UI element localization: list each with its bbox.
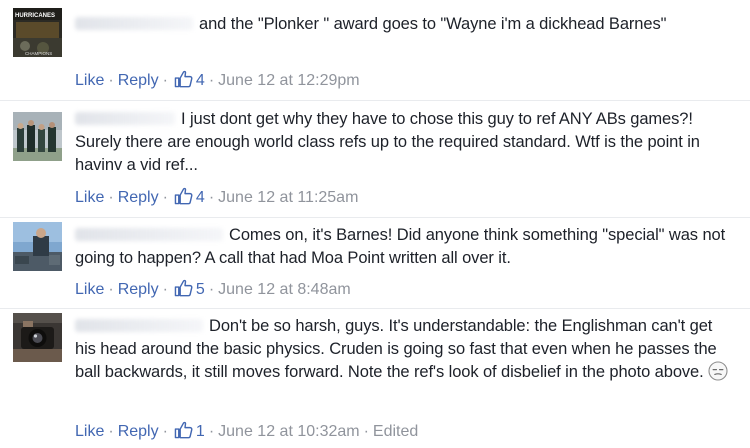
comment-author-redacted[interactable] <box>75 17 193 30</box>
comment-actions: Like · Reply · 1 · June 12 at 10:32am · Edited <box>75 421 418 442</box>
avatar-logo-subtext: CHAMPIONS <box>25 51 52 56</box>
like-count: 1 <box>195 423 205 440</box>
avatar-image <box>13 112 62 161</box>
reactions[interactable]: 1 <box>172 421 205 440</box>
separator: · <box>162 281 168 298</box>
comment: Don't be so harsh, guys. It's understand… <box>0 309 750 448</box>
comment-author-redacted[interactable] <box>75 319 203 332</box>
separator: · <box>208 72 215 89</box>
separator: · <box>208 189 215 206</box>
separator: · <box>208 281 215 298</box>
comment-body: Comes on, it's Barnes! Did anyone think … <box>75 224 732 270</box>
comment-author-redacted[interactable] <box>75 112 175 125</box>
avatar-image: HURRICANES CHAMPIONS <box>13 8 62 57</box>
separator: · <box>162 189 168 206</box>
reply-button[interactable]: Reply <box>118 189 159 206</box>
separator: · <box>208 423 215 440</box>
reply-button[interactable]: Reply <box>118 281 159 298</box>
like-count: 4 <box>195 72 205 89</box>
thumbs-up-icon <box>174 421 193 439</box>
separator: · <box>162 72 168 89</box>
comment-actions: Like · Reply · 4 · June 12 at 11:25am <box>75 187 358 208</box>
reactions[interactable]: 5 <box>172 279 205 298</box>
comment-body: Don't be so harsh, guys. It's understand… <box>75 315 732 384</box>
like-button[interactable]: Like <box>75 423 104 440</box>
comment-text: and the "Plonker " award goes to "Wayne … <box>199 15 667 33</box>
comment: HURRICANES CHAMPIONS and the "Plonker " … <box>0 0 750 100</box>
timestamp[interactable]: June 12 at 11:25am <box>218 189 358 206</box>
separator: · <box>108 72 114 89</box>
like-count: 4 <box>195 189 205 206</box>
separator: · <box>108 189 114 206</box>
avatar-image <box>13 313 62 362</box>
comment-body: and the "Plonker " award goes to "Wayne … <box>75 13 732 36</box>
comment-actions: Like · Reply · 4 · June 12 at 12:29pm <box>75 70 360 91</box>
avatar[interactable] <box>13 112 62 161</box>
reactions[interactable]: 4 <box>172 70 205 89</box>
thumbs-up-icon <box>174 279 193 297</box>
comment-thread: HURRICANES CHAMPIONS and the "Plonker " … <box>0 0 750 448</box>
timestamp[interactable]: June 12 at 12:29pm <box>218 72 359 89</box>
avatar[interactable]: HURRICANES CHAMPIONS <box>13 8 62 57</box>
avatar[interactable] <box>13 222 62 271</box>
timestamp[interactable]: June 12 at 8:48am <box>218 281 351 298</box>
avatar-logo-text: HURRICANES <box>15 13 55 19</box>
like-button[interactable]: Like <box>75 72 104 89</box>
separator: · <box>108 281 114 298</box>
comment: Comes on, it's Barnes! Did anyone think … <box>0 218 750 308</box>
timestamp[interactable]: June 12 at 10:32am <box>218 423 359 440</box>
like-count: 5 <box>195 281 205 298</box>
thumbs-up-icon <box>174 70 193 88</box>
edited-label[interactable]: Edited <box>373 423 418 440</box>
separator: · <box>162 423 168 440</box>
comment-actions: Like · Reply · 5 · June 12 at 8:48am <box>75 279 351 300</box>
like-button[interactable]: Like <box>75 189 104 206</box>
reactions[interactable]: 4 <box>172 187 205 206</box>
separator: · <box>363 423 369 440</box>
thumbs-up-icon <box>174 187 193 205</box>
avatar-image <box>13 222 62 271</box>
unamused-face-emoji <box>708 361 728 381</box>
reply-button[interactable]: Reply <box>118 423 159 440</box>
comment: I just dont get why they have to chose t… <box>0 101 750 217</box>
separator: · <box>108 423 114 440</box>
comment-body: I just dont get why they have to chose t… <box>75 108 732 177</box>
like-button[interactable]: Like <box>75 281 104 298</box>
comment-author-redacted[interactable] <box>75 228 223 241</box>
reply-button[interactable]: Reply <box>118 72 159 89</box>
avatar[interactable] <box>13 313 62 362</box>
